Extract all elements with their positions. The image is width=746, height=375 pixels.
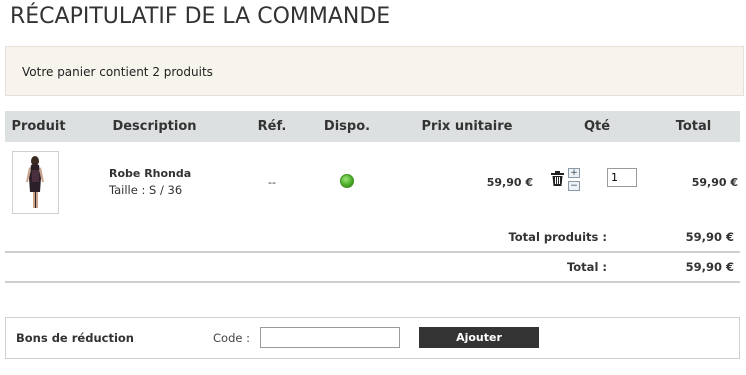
products-total-row: Total produits : 59,90 € — [5, 222, 740, 252]
product-cell — [5, 142, 72, 222]
voucher-title: Bons de réduction — [16, 331, 134, 345]
header-unit-price: Prix unitaire — [387, 111, 547, 142]
product-name-link[interactable]: Robe Rhonda — [109, 167, 237, 180]
grand-total-value: 59,90 € — [647, 251, 740, 283]
header-availability: Dispo. — [307, 111, 387, 142]
table-header-row: Produit Description Réf. Dispo. Prix uni… — [5, 111, 740, 142]
header-description: Description — [72, 111, 237, 142]
line-total-cell: 59,90 € — [691, 175, 738, 189]
decrease-quantity-button[interactable]: − — [568, 181, 580, 191]
table-row: Robe Rhonda Taille : S / 36 -- 59,90 € +… — [5, 142, 740, 222]
quantity-input[interactable] — [607, 168, 637, 187]
add-voucher-button[interactable]: Ajouter — [419, 327, 539, 348]
product-thumbnail[interactable] — [12, 150, 59, 214]
cart-table: Produit Description Réf. Dispo. Prix uni… — [5, 111, 740, 283]
voucher-section: Bons de réduction Code : Ajouter — [5, 317, 740, 359]
header-ref: Réf. — [237, 111, 307, 142]
page-title: RÉCAPITULATIF DE LA COMMANDE — [10, 4, 391, 29]
ref-cell: -- — [268, 175, 276, 189]
header-total: Total — [647, 111, 740, 142]
grand-total-row: Total : 59,90 € — [5, 251, 740, 283]
grand-total-label: Total : — [5, 251, 647, 283]
voucher-code-input[interactable] — [260, 327, 400, 348]
qty-cell: + − — [547, 142, 647, 222]
product-image — [13, 151, 58, 213]
products-total-label: Total produits : — [508, 229, 607, 244]
availability-cell — [307, 142, 387, 222]
description-cell: Robe Rhonda Taille : S / 36 — [72, 142, 237, 222]
availability-indicator-icon — [340, 173, 354, 188]
voucher-code-label: Code : — [213, 331, 250, 345]
trash-icon[interactable] — [551, 171, 564, 186]
increase-quantity-button[interactable]: + — [568, 168, 580, 178]
unit-price-cell: 59,90 € — [486, 175, 533, 189]
product-size: Taille : S / 36 — [109, 183, 183, 197]
products-total-value: 59,90 € — [685, 229, 734, 244]
header-product: Produit — [5, 111, 72, 142]
cart-summary-notice: Votre panier contient 2 produits — [5, 46, 744, 96]
header-qty: Qté — [547, 111, 647, 142]
